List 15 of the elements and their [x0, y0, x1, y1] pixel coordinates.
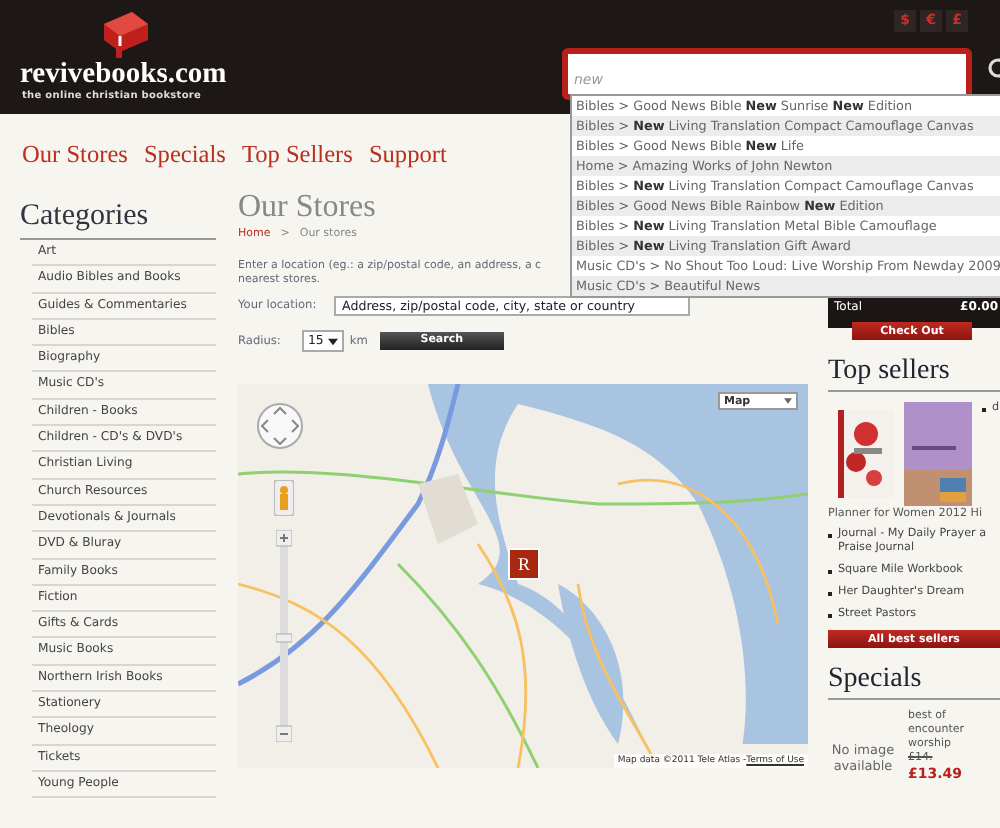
store-marker[interactable]: R	[508, 548, 540, 580]
nav-link[interactable]: Top Sellers	[241, 140, 353, 178]
caret-icon	[784, 398, 792, 404]
pan-control-icon[interactable]	[256, 402, 304, 450]
specials-heading: Specials	[828, 664, 1000, 700]
zoom-slider-icon[interactable]	[276, 530, 292, 742]
nav-link[interactable]: Specials	[143, 140, 226, 178]
person-icon[interactable]	[274, 480, 294, 516]
logo-text[interactable]: revivebooks.com	[20, 60, 227, 90]
top-sellers-heading: Top sellers	[828, 356, 1000, 392]
nav-link[interactable]: Support	[368, 140, 447, 178]
nav-link[interactable]: Our Stores	[22, 140, 128, 178]
caret-icon	[327, 337, 338, 345]
page-title: Our Stores	[238, 190, 376, 226]
categories-heading: Categories	[20, 200, 216, 240]
